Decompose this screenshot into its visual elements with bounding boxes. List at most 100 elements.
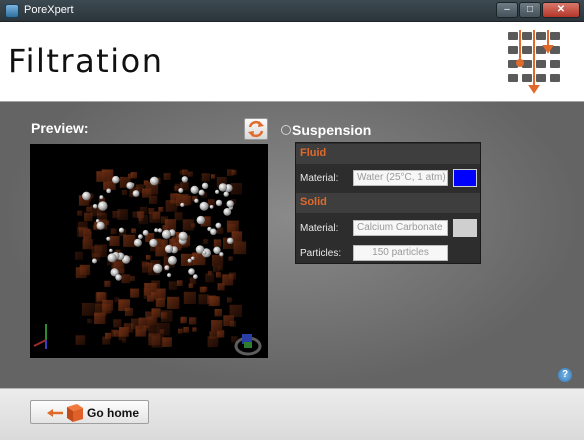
pore-cube bbox=[130, 172, 137, 179]
particle-sphere bbox=[227, 237, 234, 244]
particle-sphere bbox=[178, 231, 188, 241]
pore-cube bbox=[187, 171, 193, 177]
pore-cube bbox=[111, 329, 119, 337]
particles-field[interactable]: 150 particles bbox=[353, 245, 448, 261]
pore-cube bbox=[174, 185, 179, 191]
preview-3d-view[interactable] bbox=[30, 144, 268, 358]
solid-material-field[interactable]: Calcium Carbonate bbox=[353, 220, 448, 236]
pore-cube bbox=[148, 208, 155, 215]
particle-sphere bbox=[218, 183, 228, 192]
particle-sphere bbox=[112, 175, 120, 184]
view-cube-icon bbox=[234, 334, 262, 356]
particle-sphere bbox=[115, 274, 122, 281]
pore-cube bbox=[131, 228, 136, 234]
pore-cube bbox=[77, 210, 83, 216]
pore-structure-render bbox=[33, 169, 262, 356]
particle-sphere bbox=[226, 200, 234, 208]
page-header: Filtration bbox=[0, 22, 584, 102]
pore-cube bbox=[130, 288, 140, 298]
particle-sphere bbox=[142, 229, 149, 236]
particle-sphere bbox=[96, 221, 105, 230]
particle-sphere bbox=[215, 199, 223, 207]
pore-cube bbox=[143, 325, 150, 331]
pore-cube bbox=[208, 296, 219, 307]
pore-cube bbox=[143, 180, 149, 186]
fluid-color-swatch[interactable] bbox=[453, 169, 477, 187]
pore-cube bbox=[182, 219, 194, 231]
pore-cube bbox=[212, 254, 224, 267]
particle-sphere bbox=[106, 188, 112, 194]
pore-cube bbox=[189, 317, 197, 325]
particle-sphere bbox=[201, 182, 209, 189]
pore-cube bbox=[203, 239, 209, 244]
pore-cube bbox=[211, 320, 223, 332]
pore-cube bbox=[213, 239, 222, 247]
minimize-button[interactable]: – bbox=[496, 2, 518, 18]
maximize-button[interactable]: □ bbox=[519, 2, 541, 18]
suspension-radio[interactable] bbox=[281, 125, 291, 135]
pore-cube bbox=[158, 207, 164, 212]
particle-sphere bbox=[82, 191, 91, 201]
refresh-icon bbox=[248, 120, 264, 138]
pore-cube bbox=[132, 211, 139, 218]
pore-cube bbox=[202, 286, 208, 292]
refresh-preview-button[interactable] bbox=[244, 118, 268, 140]
solid-header: Solid bbox=[296, 193, 480, 213]
pore-cube bbox=[188, 283, 194, 289]
pore-cube bbox=[75, 251, 84, 260]
pore-cube bbox=[105, 332, 112, 339]
pore-cube bbox=[82, 239, 93, 250]
pore-cube bbox=[130, 276, 135, 281]
particle-sphere bbox=[109, 248, 113, 253]
title-bar: PoreXpert – □ ✕ bbox=[0, 0, 584, 22]
pore-cube bbox=[121, 274, 131, 284]
particle-sphere bbox=[164, 265, 170, 271]
pore-cube bbox=[198, 294, 209, 305]
pore-cube bbox=[81, 302, 95, 316]
pore-cube bbox=[75, 267, 87, 279]
solid-material-label: Material: bbox=[300, 223, 339, 234]
pore-cube bbox=[183, 291, 196, 304]
pore-cube bbox=[227, 297, 232, 303]
pore-cube bbox=[94, 312, 106, 324]
particle-sphere bbox=[149, 238, 158, 248]
pore-cube bbox=[91, 246, 103, 257]
fluid-material-field[interactable]: Water (25°C, 1 atm) bbox=[353, 170, 448, 186]
solid-color-swatch[interactable] bbox=[453, 219, 477, 237]
pore-cube bbox=[96, 171, 108, 182]
particle-sphere bbox=[118, 227, 125, 233]
particle-sphere bbox=[92, 204, 98, 209]
pore-cube bbox=[215, 272, 222, 278]
particle-sphere bbox=[215, 189, 220, 194]
pore-cube bbox=[76, 226, 88, 238]
particle-sphere bbox=[223, 191, 229, 197]
particle-sphere bbox=[133, 238, 142, 247]
pore-cube bbox=[112, 210, 120, 219]
particle-sphere bbox=[99, 195, 104, 200]
pore-cube bbox=[102, 299, 114, 311]
pore-cube bbox=[104, 280, 111, 287]
particle-sphere bbox=[132, 190, 140, 197]
particle-sphere bbox=[198, 189, 205, 196]
pore-cube bbox=[217, 283, 225, 291]
pore-cube bbox=[180, 317, 187, 324]
pore-cube bbox=[138, 215, 148, 225]
pore-cube bbox=[233, 241, 247, 255]
particle-sphere bbox=[126, 182, 134, 190]
pore-cube bbox=[118, 332, 127, 341]
particle-sphere bbox=[92, 258, 97, 264]
particle-sphere bbox=[209, 205, 214, 209]
fluid-material-label: Material: bbox=[300, 173, 339, 184]
filtration-logo-icon bbox=[508, 30, 560, 94]
go-home-button[interactable]: Go home bbox=[30, 400, 149, 424]
particle-sphere bbox=[98, 201, 108, 211]
particle-sphere bbox=[219, 252, 224, 257]
help-button[interactable]: ? bbox=[558, 368, 572, 382]
close-button[interactable]: ✕ bbox=[542, 2, 580, 18]
particle-sphere bbox=[154, 228, 159, 233]
particle-sphere bbox=[193, 274, 198, 280]
particle-sphere bbox=[181, 176, 188, 183]
particle-sphere bbox=[167, 255, 177, 265]
particle-sphere bbox=[138, 234, 143, 240]
pore-cube bbox=[174, 212, 183, 221]
